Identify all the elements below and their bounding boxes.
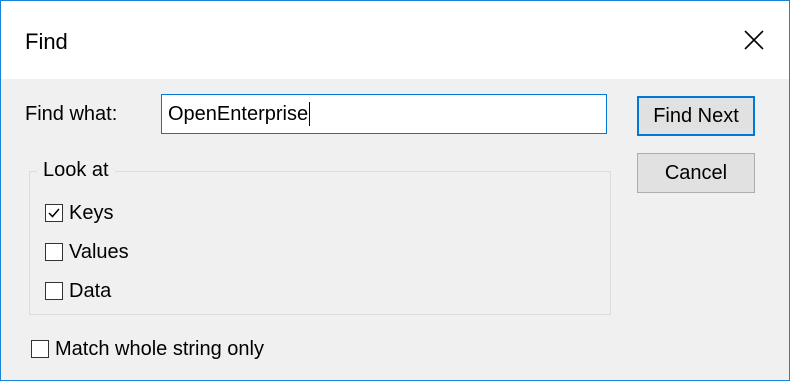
close-icon: [744, 30, 764, 50]
find-what-label: Find what:: [25, 103, 118, 125]
match-whole-checkbox-box[interactable]: [31, 340, 49, 358]
data-checkbox-label: Data: [69, 280, 112, 302]
data-checkbox[interactable]: Data: [45, 279, 111, 303]
find-dialog: Find Find what: OpenEnterprise Find Next…: [0, 0, 790, 381]
find-what-value: OpenEnterprise: [168, 102, 309, 125]
find-what-input[interactable]: OpenEnterprise: [161, 94, 607, 134]
keys-checkbox[interactable]: Keys: [45, 201, 113, 225]
match-whole-checkbox[interactable]: Match whole string only: [31, 337, 264, 361]
keys-checkbox-box[interactable]: [45, 204, 63, 222]
values-checkbox[interactable]: Values: [45, 240, 129, 264]
look-at-title: Look at: [37, 158, 115, 182]
data-checkbox-box[interactable]: [45, 282, 63, 300]
checkmark-icon: [48, 208, 60, 218]
match-whole-checkbox-label: Match whole string only: [55, 338, 264, 360]
text-caret: [309, 102, 311, 126]
keys-checkbox-label: Keys: [69, 202, 114, 224]
values-checkbox-box[interactable]: [45, 243, 63, 261]
find-next-button[interactable]: Find Next: [637, 96, 755, 136]
dialog-title: Find: [25, 29, 68, 54]
cancel-button[interactable]: Cancel: [637, 153, 755, 193]
title-bar: Find: [1, 1, 789, 79]
close-button[interactable]: [719, 1, 789, 79]
values-checkbox-label: Values: [69, 241, 129, 263]
